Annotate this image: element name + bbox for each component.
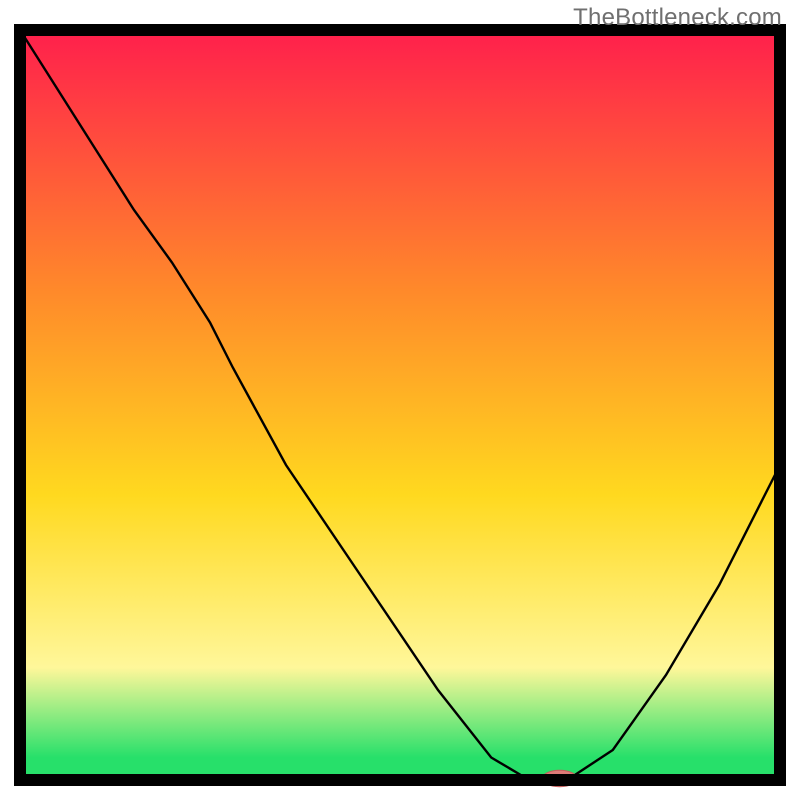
chart-container: { "watermark": "TheBottleneck.com", "col…	[0, 0, 800, 800]
plot-background	[20, 30, 780, 780]
watermark-text: TheBottleneck.com	[573, 4, 782, 32]
bottleneck-chart	[0, 0, 800, 800]
